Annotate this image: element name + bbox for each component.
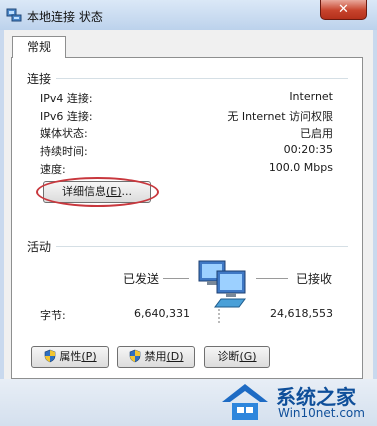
speed-value: 100.0 Mbps xyxy=(268,161,333,174)
speed-label: 速度: xyxy=(40,163,66,176)
disable-button[interactable]: 禁用(D) xyxy=(117,346,195,368)
network-activity-icon xyxy=(198,260,246,323)
diagnose-button[interactable]: 诊断(G) xyxy=(204,346,270,368)
bytes-label: 字节: xyxy=(40,309,66,322)
media-state-value: 已启用 xyxy=(300,127,333,140)
disable-button-label: 禁用 xyxy=(144,350,167,363)
received-line xyxy=(256,278,288,279)
connection-separator xyxy=(56,78,348,79)
tab-general[interactable]: 常规 xyxy=(12,36,66,58)
properties-button[interactable]: 属性(P) xyxy=(31,346,109,368)
watermark-logo-icon xyxy=(222,384,268,420)
watermark-url: Win10net.com xyxy=(278,406,365,420)
ipv4-label: IPv4 连接: xyxy=(40,92,93,105)
duration-label: 持续时间: xyxy=(40,145,88,158)
connection-section-label: 连接 xyxy=(27,72,52,86)
sent-line xyxy=(163,278,189,279)
network-connection-icon xyxy=(6,8,22,22)
window-title: 本地连接 状态 xyxy=(27,10,103,24)
bytes-received-value: 24,618,553 xyxy=(270,307,333,320)
close-icon: ✕ xyxy=(338,2,349,17)
diagnose-button-hotkey: (G) xyxy=(239,350,257,363)
activity-section-label: 活动 xyxy=(27,240,52,254)
highlight-oval xyxy=(36,177,159,207)
ipv6-label: IPv6 连接: xyxy=(40,110,93,123)
duration-value: 00:20:35 xyxy=(283,143,333,156)
media-state-label: 媒体状态: xyxy=(40,127,88,140)
bytes-sent-value: 6,640,331 xyxy=(134,307,190,320)
sent-label: 已发送 xyxy=(123,272,160,286)
properties-button-hotkey: (P) xyxy=(81,350,97,363)
uac-shield-icon xyxy=(45,349,56,363)
disable-button-hotkey: (D) xyxy=(166,350,184,363)
activity-separator xyxy=(56,246,348,247)
diagnose-button-label: 诊断 xyxy=(217,350,240,363)
ipv6-value: 无 Internet 访问权限 xyxy=(227,110,333,123)
uac-shield-icon xyxy=(130,349,141,363)
title-bar[interactable]: 本地连接 状态 ✕ xyxy=(0,0,377,30)
properties-button-label: 属性 xyxy=(59,350,82,363)
ipv4-value: Internet xyxy=(289,90,333,103)
tab-general-label: 常规 xyxy=(26,40,51,54)
close-button[interactable]: ✕ xyxy=(320,0,367,20)
received-label: 已接收 xyxy=(296,272,333,286)
